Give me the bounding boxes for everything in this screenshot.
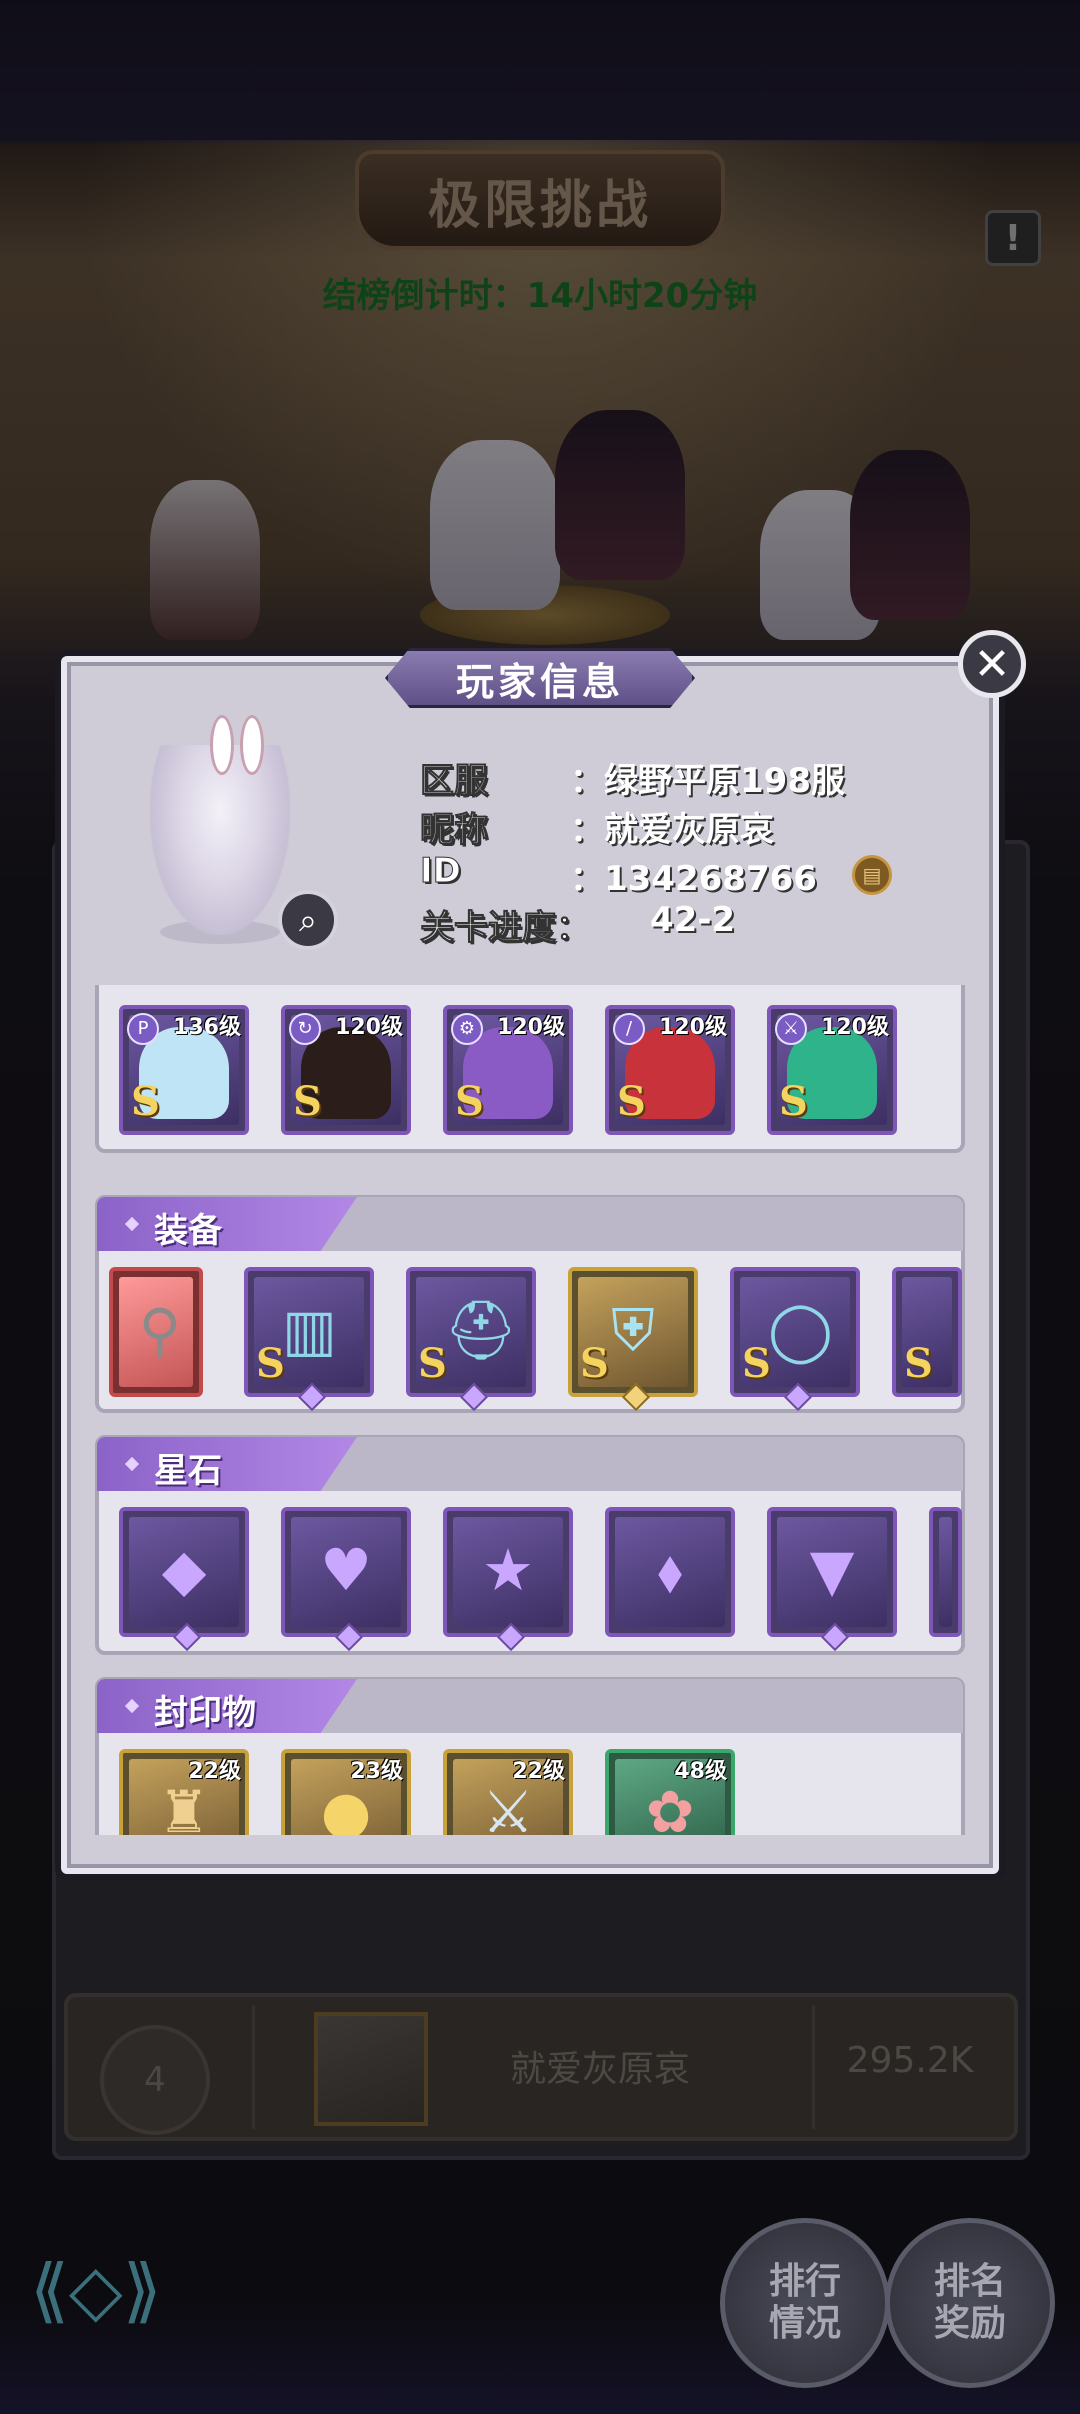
coin-icon[interactable]: ● 23级 <box>281 1749 411 1835</box>
grade-s-icon: S <box>742 1340 771 1387</box>
book-icon[interactable]: ▥ S <box>244 1267 374 1412</box>
hero-slot[interactable]: P 136级 S <box>119 1005 249 1135</box>
hero-level: 120级 <box>659 1015 727 1040</box>
ranking-status-button[interactable]: 排行情况 <box>720 2218 890 2388</box>
hero-level: 136级 <box>173 1015 241 1040</box>
hero-slot[interactable]: ⚙ 120级 S <box>443 1005 573 1135</box>
role-icon: ⚔ <box>775 1013 807 1045</box>
equipment-title: 装备 <box>154 1211 222 1251</box>
stage-value: 42-2 <box>650 900 736 940</box>
copy-id-icon[interactable]: ▤ <box>852 855 892 895</box>
close-icon[interactable]: ✕ <box>958 630 1026 698</box>
star-stone-section: 星石 ◆ ♥ ★ ⬧ ▼ <box>95 1435 965 1655</box>
server-value: ：绿野平原198服 <box>570 761 845 801</box>
modal-title: 玩家信息 <box>385 648 695 708</box>
grade-s-icon: S <box>418 1340 447 1387</box>
grade-s-icon: S <box>617 1078 646 1125</box>
role-icon: / <box>613 1013 645 1045</box>
nickname-value: ：就爱灰原哀 <box>570 810 774 850</box>
helmet-icon[interactable]: ⛑ S <box>406 1267 536 1412</box>
square-gem-icon[interactable]: ◆ <box>119 1507 249 1652</box>
seal-level: 48级 <box>674 1759 727 1784</box>
gem-slot-partial[interactable] <box>929 1507 962 1637</box>
server-label: 区服 <box>420 761 489 802</box>
seal-section: 封印物 ♜ 22级 ● 23级 ⚔ 22级 ✿ 48级 <box>95 1677 965 1835</box>
hero-slot[interactable]: ↻ 120级 S <box>281 1005 411 1135</box>
grade-s-icon: S <box>779 1078 808 1125</box>
ring-icon[interactable]: ◯ S <box>730 1267 860 1412</box>
hero-slot[interactable]: ⚔ 120级 S <box>767 1005 897 1135</box>
hero-level: 120级 <box>335 1015 403 1040</box>
boots-icon[interactable]: S <box>892 1267 962 1397</box>
stage-label: 关卡进度： <box>420 908 591 949</box>
star-stone-title: 星石 <box>154 1451 222 1491</box>
heroes-section: P 136级 S ↻ 120级 S ⚙ 120级 S / 120级 S ⚔ 12… <box>95 985 965 1153</box>
game-logo-icon: ⟪◇⟫ <box>30 2249 162 2331</box>
equipment-section: 装备 ⚲ ▥ S ⛑ S ⛨ S ◯ S S <box>95 1195 965 1413</box>
flower-icon[interactable]: ✿ 48级 <box>605 1749 735 1835</box>
swords-icon[interactable]: ⚔ 22级 <box>443 1749 573 1835</box>
bell-icon[interactable]: ♜ 22级 <box>119 1749 249 1835</box>
nickname-label: 昵称 <box>420 810 489 851</box>
bunny-ear-icon <box>210 715 234 775</box>
heart-gem-icon[interactable]: ♥ <box>281 1507 411 1652</box>
bunny-ear-icon <box>240 715 264 775</box>
role-icon: ↻ <box>289 1013 321 1045</box>
id-value: ：134268766 <box>570 859 817 899</box>
armor-icon[interactable]: ⛨ S <box>568 1267 698 1412</box>
player-detail-scroll[interactable]: P 136级 S ↻ 120级 S ⚙ 120级 S / 120级 S ⚔ 12… <box>95 985 965 1835</box>
ranking-rewards-label: 排名奖励 <box>933 2261 1006 2344</box>
ranking-status-label: 排行情况 <box>768 2261 841 2344</box>
grade-s-icon: S <box>293 1078 322 1125</box>
seal-title: 封印物 <box>154 1693 256 1733</box>
wand-icon[interactable]: ⚲ <box>109 1267 203 1397</box>
hero-level: 120级 <box>497 1015 565 1040</box>
seal-level: 22级 <box>188 1759 241 1784</box>
seal-level: 23级 <box>350 1759 403 1784</box>
star-gem-icon[interactable]: ★ <box>443 1507 573 1652</box>
grade-s-icon: S <box>256 1340 285 1387</box>
grade-s-icon: S <box>580 1340 609 1387</box>
role-icon: ⚙ <box>451 1013 483 1045</box>
seal-level: 22级 <box>512 1759 565 1784</box>
grade-s-icon: S <box>904 1340 933 1387</box>
role-icon: P <box>127 1013 159 1045</box>
grade-s-icon: S <box>455 1078 484 1125</box>
hero-slot[interactable]: / 120级 S <box>605 1005 735 1135</box>
grade-s-icon: S <box>131 1078 160 1125</box>
ranking-rewards-button[interactable]: 排名奖励 <box>885 2218 1055 2388</box>
id-label: ID <box>420 851 462 892</box>
hero-level: 120级 <box>821 1015 889 1040</box>
crystal-gem-icon[interactable]: ⬧ <box>605 1507 735 1637</box>
triangle-gem-icon[interactable]: ▼ <box>767 1507 897 1652</box>
magnify-icon[interactable]: ⌕ <box>278 890 338 950</box>
